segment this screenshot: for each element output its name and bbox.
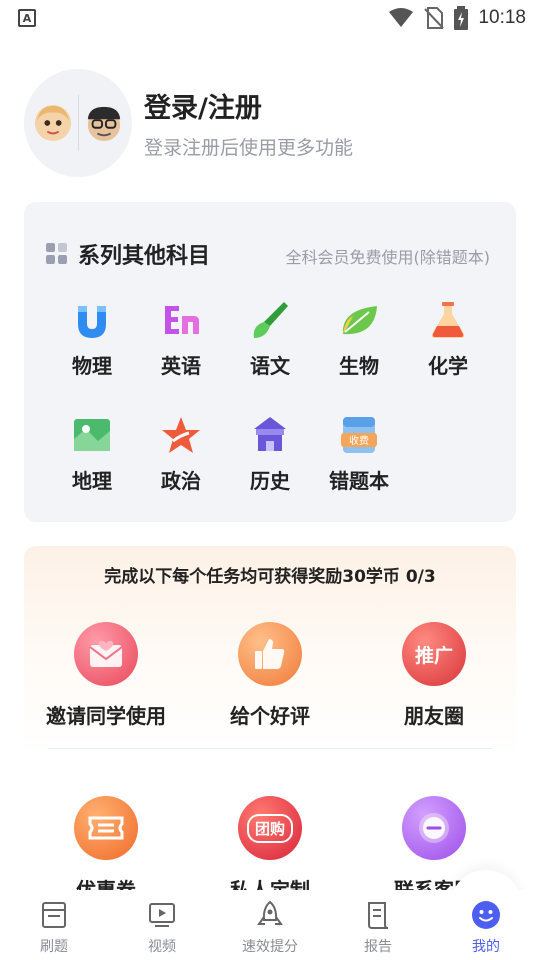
subject-label: 语文 — [250, 354, 290, 378]
profile-text: 登录/注册 登录注册后使用更多功能 — [144, 86, 353, 160]
coupon-icon — [74, 796, 138, 860]
en-icon — [165, 306, 199, 334]
subject-geography[interactable]: 地理 — [52, 415, 132, 494]
flask-icon — [431, 302, 465, 338]
nav-video[interactable]: 视频 — [108, 890, 216, 960]
profile-header[interactable]: 登录/注册 登录注册后使用更多功能 — [24, 68, 516, 178]
other-subjects-card: 系列其他科目 全科会员免费使用(除错题本) 物理 英语 语文 生物 化学 地理 … — [24, 202, 516, 522]
tasks-divider — [48, 748, 492, 749]
brush-icon — [253, 302, 288, 338]
task-label: 邀请同学使用 — [46, 704, 166, 728]
subject-physics[interactable]: 物理 — [52, 300, 132, 379]
login-register-title[interactable]: 登录/注册 — [144, 86, 353, 125]
subject-label: 政治 — [161, 469, 201, 493]
magnet-icon — [78, 306, 106, 338]
group-buy-icon: 团购 — [238, 796, 302, 860]
paid-book-icon: 收费 — [341, 417, 377, 453]
subject-politics[interactable]: 政治 — [141, 415, 221, 494]
app-notification-icon: A — [18, 9, 36, 27]
no-sim-icon — [424, 7, 445, 29]
smile-icon — [472, 901, 500, 929]
other-subjects-title: 系列其他科目 — [78, 244, 211, 269]
nav-label: 视频 — [148, 939, 176, 955]
subject-label: 英语 — [161, 354, 201, 378]
exercise-icon — [42, 902, 66, 928]
nav-report[interactable]: 报告 — [324, 890, 432, 960]
subject-label: 生物 — [339, 354, 379, 378]
group-buy-badge-text: 团购 — [246, 813, 293, 843]
subject-chinese[interactable]: 语文 — [230, 300, 310, 379]
nav-exercise[interactable]: 刷题 — [0, 890, 108, 960]
chat-icon — [402, 796, 466, 860]
subject-history[interactable]: 历史 — [230, 415, 310, 494]
grid-icon — [46, 243, 68, 265]
login-register-subtitle: 登录注册后使用更多功能 — [144, 137, 354, 159]
task-coupon[interactable]: 优惠券 — [26, 796, 186, 903]
invite-icon — [74, 622, 138, 686]
building-icon — [254, 417, 286, 451]
subject-label: 物理 — [72, 354, 112, 378]
member-note: 全科会员免费使用(除错题本) — [285, 248, 491, 267]
boy-avatar-icon — [87, 106, 120, 142]
task-label: 朋友圈 — [404, 704, 464, 728]
reward-tasks-card: 完成以下每个任务均可获得奖励30学币 0/3 邀请同学使用 给个好评 推广 朋友… — [24, 546, 516, 902]
star-icon — [162, 417, 200, 453]
subject-wrong-book[interactable]: 收费 错题本 — [319, 415, 399, 494]
nav-mine[interactable]: 我的 — [432, 890, 540, 960]
avatar-divider — [77, 95, 79, 151]
reward-tasks-title: 完成以下每个任务均可获得奖励30学币 0/3 — [104, 567, 436, 587]
thumbs-up-icon — [238, 622, 302, 686]
nav-label: 刷题 — [40, 939, 68, 955]
status-time: 10:18 — [478, 7, 526, 28]
leaf-icon — [342, 306, 377, 335]
task-label: 给个好评 — [230, 704, 310, 728]
girl-avatar-icon — [34, 104, 71, 142]
rocket-icon — [257, 900, 283, 925]
status-right: 10:18 — [388, 6, 526, 30]
promote-icon: 推广 — [402, 622, 466, 686]
subject-label: 错题本 — [329, 469, 389, 493]
status-bar: A 10:18 — [0, 0, 540, 36]
bottom-nav: 刷题 视频 速效提分 报告 我的 — [0, 890, 540, 960]
subject-english[interactable]: 英语 — [141, 300, 221, 379]
other-subjects-header: 系列其他科目 — [46, 238, 210, 270]
subject-chemistry[interactable]: 化学 — [408, 300, 488, 379]
subject-label: 历史 — [250, 469, 290, 493]
nav-quick-boost[interactable]: 速效提分 — [216, 890, 324, 960]
video-icon — [149, 903, 175, 927]
paid-badge-text: 收费 — [349, 434, 369, 447]
report-icon — [368, 902, 389, 929]
subject-label: 化学 — [428, 354, 468, 378]
nav-label: 速效提分 — [242, 939, 298, 955]
map-icon — [74, 419, 110, 451]
battery-charging-icon — [454, 6, 469, 30]
task-give-rating[interactable]: 给个好评 — [190, 622, 350, 729]
avatar[interactable] — [24, 69, 132, 177]
task-private-custom[interactable]: 团购 私人定制 — [190, 796, 350, 903]
promote-badge-text: 推广 — [414, 644, 453, 667]
task-invite-classmates[interactable]: 邀请同学使用 — [26, 622, 186, 729]
task-moments[interactable]: 推广 朋友圈 — [354, 622, 514, 729]
subject-label: 地理 — [72, 469, 112, 493]
subject-biology[interactable]: 生物 — [319, 300, 399, 379]
nav-label: 报告 — [364, 939, 392, 955]
status-left: A — [18, 9, 36, 27]
wifi-icon — [389, 8, 414, 27]
nav-label: 我的 — [472, 939, 500, 955]
